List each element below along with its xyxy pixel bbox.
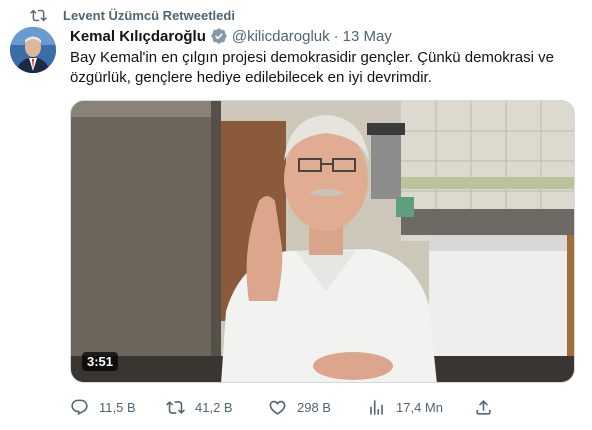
verified-badge-icon bbox=[211, 28, 227, 44]
retweet-banner-text[interactable]: Levent Üzümcü Retweetledi bbox=[63, 8, 235, 23]
tweet-date[interactable]: 13 May bbox=[343, 28, 392, 45]
like-count: 298 B bbox=[297, 399, 331, 415]
retweet-button[interactable]: 41,2 B bbox=[166, 396, 233, 418]
tweet[interactable]: Levent Üzümcü Retweetledi Kemal Kılıçdar… bbox=[0, 0, 592, 430]
views-button[interactable]: 17,4 Mn bbox=[367, 396, 443, 418]
video-player[interactable]: 3:51 bbox=[70, 100, 575, 383]
reply-icon bbox=[71, 399, 88, 415]
share-icon bbox=[476, 399, 491, 415]
avatar[interactable] bbox=[10, 27, 56, 73]
retweet-banner: Levent Üzümcü Retweetledi bbox=[30, 6, 235, 24]
tweet-header: Kemal Kılıçdaroğlu @kilicdarogluk · 13 M… bbox=[70, 26, 582, 46]
retweet-count: 41,2 B bbox=[195, 399, 233, 415]
reply-count: 11,5 B bbox=[99, 399, 136, 415]
tweet-text: Bay Kemal'in en çılgın projesi demokrasi… bbox=[70, 49, 554, 86]
retweet-icon bbox=[30, 9, 47, 21]
reply-button[interactable]: 11,5 B bbox=[70, 396, 136, 418]
tweet-content: Kemal Kılıçdaroğlu @kilicdarogluk · 13 M… bbox=[70, 26, 582, 88]
header-separator: · bbox=[333, 27, 339, 45]
video-thumbnail bbox=[71, 101, 574, 382]
tweet-actions: 11,5 B 41,2 B 298 B 17,4 Mn bbox=[70, 396, 500, 418]
like-button[interactable]: 298 B bbox=[268, 396, 331, 418]
author-name[interactable]: Kemal Kılıçdaroğlu bbox=[70, 28, 206, 45]
heart-icon bbox=[269, 400, 286, 415]
share-button[interactable] bbox=[474, 396, 503, 418]
retweet-icon bbox=[166, 400, 185, 414]
author-handle[interactable]: @kilicdarogluk bbox=[232, 28, 330, 45]
views-count: 17,4 Mn bbox=[396, 399, 443, 415]
views-chart-icon bbox=[370, 399, 383, 415]
video-duration: 3:51 bbox=[82, 352, 119, 371]
avatar-image bbox=[10, 27, 56, 73]
